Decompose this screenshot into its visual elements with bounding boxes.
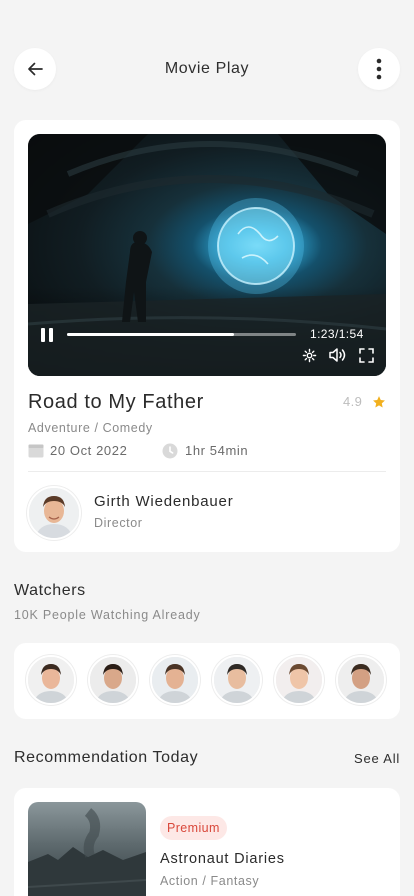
rating-value: 4.9 xyxy=(343,394,363,409)
see-all-link[interactable]: See All xyxy=(354,751,400,766)
watcher-avatar[interactable] xyxy=(336,655,386,705)
star-icon xyxy=(373,396,385,408)
poster-image xyxy=(28,808,146,896)
pause-icon[interactable] xyxy=(40,328,54,342)
recommendation-card[interactable]: Premium Astronaut Diaries Action / Fanta… xyxy=(14,788,400,896)
movie-genre: Adventure / Comedy xyxy=(28,421,153,435)
fullscreen-icon[interactable] xyxy=(359,348,374,363)
director-avatar[interactable] xyxy=(27,486,81,540)
watcher-avatar[interactable] xyxy=(26,655,76,705)
person-avatar-image xyxy=(276,657,322,703)
watcher-avatar[interactable] xyxy=(274,655,324,705)
clock-icon xyxy=(162,443,178,459)
progress-track[interactable] xyxy=(67,333,296,336)
person-avatar-image xyxy=(152,657,198,703)
premium-badge: Premium xyxy=(160,816,227,840)
volume-icon[interactable] xyxy=(328,347,348,363)
divider xyxy=(28,471,386,472)
page-title: Movie Play xyxy=(164,60,250,77)
watchers-card xyxy=(14,643,400,719)
director-role: Director xyxy=(94,516,143,530)
director-name: Girth Wiedenbauer xyxy=(94,493,234,510)
person-avatar-image xyxy=(28,657,74,703)
release-date: 20 Oct 2022 xyxy=(50,443,128,458)
recommendation-movie-title: Astronaut Diaries xyxy=(160,851,285,867)
watchers-subtitle: 10K People Watching Already xyxy=(14,608,201,622)
settings-icon[interactable] xyxy=(302,348,317,363)
more-vertical-icon xyxy=(376,58,382,80)
movie-title: Road to My Father xyxy=(28,391,204,413)
video-player[interactable]: 1:23/1:54 xyxy=(28,134,386,376)
watchers-title: Watchers xyxy=(14,582,86,599)
person-avatar-image xyxy=(29,488,79,538)
watcher-avatar[interactable] xyxy=(212,655,262,705)
time-display: 1:23/1:54 xyxy=(310,327,364,341)
person-avatar-image xyxy=(90,657,136,703)
progress-fill xyxy=(67,333,235,336)
watchers-list xyxy=(26,655,398,707)
movie-card: 1:23/1:54 Road to My Father 4.9 Adventur… xyxy=(14,120,400,552)
recommendation-movie-genre: Action / Fantasy xyxy=(160,874,260,888)
recommendation-title: Recommendation Today xyxy=(14,749,199,766)
more-options-button[interactable] xyxy=(358,48,400,90)
person-avatar-image xyxy=(338,657,384,703)
watcher-avatar[interactable] xyxy=(88,655,138,705)
duration: 1hr 54min xyxy=(185,443,249,458)
recommendation-poster xyxy=(28,802,146,896)
calendar-icon xyxy=(28,444,44,458)
person-avatar-image xyxy=(214,657,260,703)
watcher-avatar[interactable] xyxy=(150,655,200,705)
